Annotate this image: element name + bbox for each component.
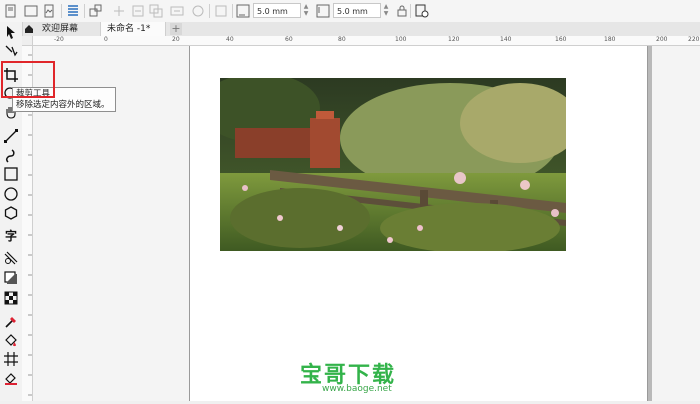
watermark-url: www.baoge.net: [322, 384, 392, 394]
ruler-label: 100: [395, 36, 407, 43]
nudge-icon[interactable]: [112, 4, 126, 18]
super-nudge-icon[interactable]: [131, 4, 145, 18]
ruler-label: 40: [226, 36, 234, 43]
ruler-label: 220: [688, 36, 700, 43]
add-tab-button[interactable]: +: [170, 23, 182, 35]
page-layout-icon[interactable]: [214, 4, 228, 18]
crop-tool-highlight: [1, 61, 55, 98]
ruler-label: 120: [448, 36, 460, 43]
ruler-label: -20: [54, 36, 64, 43]
separator: [410, 4, 411, 18]
height-icon: [316, 4, 330, 18]
width-field[interactable]: 5.0 mm: [253, 3, 301, 18]
transparency-icon[interactable]: [3, 290, 19, 306]
portrait-icon[interactable]: [42, 4, 56, 18]
smart-fill-icon[interactable]: [3, 370, 19, 386]
garden-photo[interactable]: [220, 78, 566, 251]
ruler-label: 60: [285, 36, 293, 43]
ruler-label: 180: [604, 36, 616, 43]
landscape-icon[interactable]: [24, 4, 38, 18]
ruler-label: 0: [104, 36, 108, 43]
shape-tool-icon[interactable]: [3, 43, 19, 59]
ruler-label: 200: [656, 36, 668, 43]
artistic-media-icon[interactable]: [3, 148, 19, 164]
freehand-tool-icon[interactable]: [3, 128, 19, 144]
separator: [84, 4, 85, 18]
ruler-label: 80: [338, 36, 346, 43]
property-bar: 5.0 mm ▲ ▼ 5.0 mm ▲ ▼: [0, 0, 700, 23]
ruler-origin[interactable]: [22, 36, 33, 46]
horizontal-ruler[interactable]: -20 0 20 40 60 80 100 120 140 160 180 20…: [22, 36, 700, 46]
duplicate-icon[interactable]: [149, 4, 163, 18]
ruler-label: 20: [172, 36, 180, 43]
ruler-label: 140: [500, 36, 512, 43]
transform-icon[interactable]: [89, 4, 103, 18]
separator: [209, 4, 210, 18]
home-icon[interactable]: [24, 24, 34, 34]
lock-ratio-icon[interactable]: [395, 4, 409, 18]
ellipse-tool-icon[interactable]: [3, 186, 19, 202]
pick-tool-icon[interactable]: [3, 24, 19, 40]
interactive-fill-icon[interactable]: [3, 333, 19, 349]
ruler-label: 160: [555, 36, 567, 43]
page-shadow: [648, 46, 652, 401]
document-tab-bar: 欢迎屏幕 未命名 -1* +: [0, 22, 700, 37]
width-icon: [236, 4, 250, 18]
separator: [61, 4, 62, 18]
rotate-icon[interactable]: [191, 4, 205, 18]
page-settings-icon[interactable]: [415, 4, 429, 18]
scale-icon[interactable]: [170, 4, 184, 18]
tab-welcome-screen[interactable]: 欢迎屏幕: [36, 22, 100, 36]
width-spinner[interactable]: ▲ ▼: [302, 3, 310, 18]
all-pages-icon[interactable]: [66, 4, 80, 18]
tab-untitled-1[interactable]: 未命名 -1*: [100, 22, 166, 36]
garden-photo-image: [220, 78, 566, 251]
height-field[interactable]: 5.0 mm: [333, 3, 381, 18]
mesh-fill-icon[interactable]: [3, 351, 19, 367]
page-size-icon[interactable]: [4, 4, 18, 18]
polygon-tool-icon[interactable]: [3, 205, 19, 221]
drop-shadow-icon[interactable]: [3, 270, 19, 286]
text-tool-icon[interactable]: 字: [3, 228, 19, 244]
tooltip-description: 移除选定内容外的区域。: [16, 100, 110, 110]
separator: [232, 4, 233, 18]
eyedropper-icon[interactable]: [3, 314, 19, 330]
rectangle-tool-icon[interactable]: [3, 166, 19, 182]
height-spinner[interactable]: ▲ ▼: [382, 3, 390, 18]
parallel-dimension-icon[interactable]: [3, 250, 19, 266]
